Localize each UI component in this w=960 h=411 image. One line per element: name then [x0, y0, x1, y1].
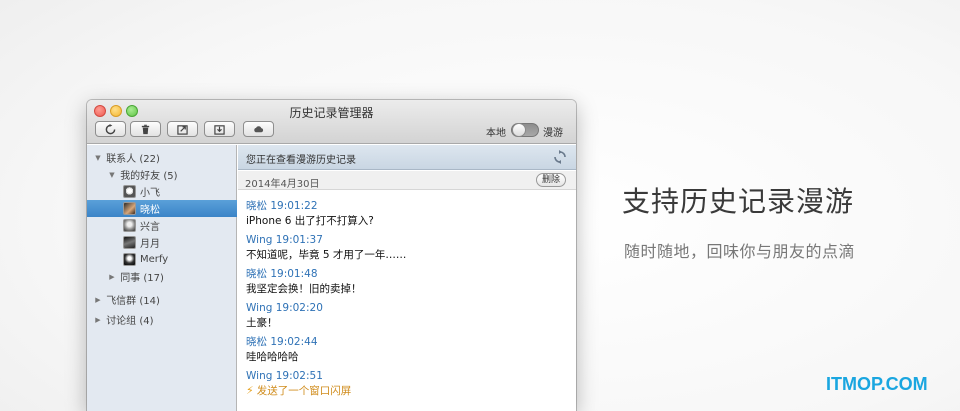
sidebar-item-label: 联系人 (22) [106, 154, 160, 165]
message-text: 我坚定会换！旧的卖掉！ [246, 283, 362, 295]
refresh-button[interactable] [95, 121, 126, 137]
contact-sidebar: ▼ 联系人 (22) ▼ 我的好友 (5) 小飞 晓松 兴言 月月 Merfy ▶ 同事 (1… [87, 145, 237, 411]
message-body: iPhone 6 出了打不打算入? [246, 213, 566, 229]
export-button[interactable] [167, 121, 198, 137]
history-pane: 您正在查看漫游历史记录 2014年4月30日 删除 晓松 19:01:22 iPh… [238, 145, 576, 411]
promo-subline: 随时随地，回味你与朋友的点滴 [624, 242, 856, 261]
triangle-right-icon[interactable]: ▶ [107, 273, 117, 281]
history-header: 您正在查看漫游历史记录 [238, 145, 576, 170]
message-item: Wing 19:02:20 土豪！ [246, 301, 566, 335]
sidebar-item-label: 同事 (17) [120, 273, 164, 284]
message-text: 哇哈哈哈哈 [246, 351, 299, 363]
message-body: 土豪！ [246, 315, 566, 331]
contact-item[interactable]: 月月 [87, 234, 237, 251]
trash-icon [141, 124, 150, 134]
cloud-icon [254, 125, 264, 132]
sidebar-item-label: Merfy [140, 254, 169, 265]
sidebar-item-label: 晓松 [140, 205, 160, 216]
mode-local-label: 本地 [486, 128, 506, 139]
message-sender[interactable]: Wing 19:01:37 [246, 233, 566, 247]
message-sender[interactable]: Wing 19:02:20 [246, 301, 566, 315]
delete-button[interactable]: 删除 [536, 173, 566, 187]
export-icon [177, 124, 188, 135]
message-body: 不知道呢，毕竟 5 才用了一年…… [246, 247, 566, 263]
refresh-icon [105, 123, 116, 134]
message-body: 哇哈哈哈哈 [246, 349, 566, 365]
message-item: 晓松 19:01:22 iPhone 6 出了打不打算入? [246, 199, 566, 233]
group-item[interactable]: ▶ 讨论组 (4) [87, 311, 237, 328]
message-item: Wing 19:01:37 不知道呢，毕竟 5 才用了一年…… [246, 233, 566, 267]
sidebar-item-label: 小飞 [140, 188, 160, 199]
group-item[interactable]: ▶ 飞信群 (14) [87, 291, 237, 308]
history-header-text: 您正在查看漫游历史记录 [246, 155, 356, 166]
contact-item[interactable]: 兴言 [87, 217, 237, 234]
triangle-right-icon[interactable]: ▶ [93, 316, 103, 324]
history-manager-window: 历史记录管理器 本地 漫游 ▼ 联系人 (22) ▼ 我的好友 (5) 小飞 晓松 兴言… [87, 100, 576, 411]
triangle-right-icon[interactable]: ▶ [93, 296, 103, 304]
message-text: iPhone 6 出了打不打算入? [246, 215, 374, 227]
avatar [123, 219, 136, 232]
window-title: 历史记录管理器 [289, 106, 374, 120]
group-item[interactable]: ▶ 同事 (17) [87, 268, 237, 285]
toggle-knob [512, 123, 526, 137]
date-label: 2014年4月30日 [245, 179, 320, 190]
message-body: ⚡ 发送了一个窗口闪屏 [246, 383, 566, 399]
message-text: 土豪！ [246, 317, 278, 329]
avatar [123, 202, 136, 215]
message-item: 晓松 19:02:44 哇哈哈哈哈 [246, 335, 566, 369]
import-icon [214, 124, 225, 135]
contact-item[interactable]: 晓松 [87, 200, 237, 217]
message-item: Wing 19:02:51 ⚡ 发送了一个窗口闪屏 [246, 369, 566, 403]
message-body: 我坚定会换！旧的卖掉！ [246, 281, 566, 297]
message-sender[interactable]: 晓松 19:01:22 [246, 199, 566, 213]
triangle-down-icon[interactable]: ▼ [93, 154, 103, 162]
delete-history-button[interactable] [130, 121, 161, 137]
message-text: 不知道呢，毕竟 5 才用了一年…… [246, 249, 407, 261]
site-watermark: ITMOP.COM [826, 374, 928, 394]
avatar [123, 253, 136, 266]
mode-roam-label: 漫游 [543, 128, 563, 139]
message-item: 晓松 19:01:48 我坚定会换！旧的卖掉！ [246, 267, 566, 301]
sidebar-item-label: 我的好友 (5) [120, 171, 178, 182]
message-sender[interactable]: 晓松 19:02:44 [246, 335, 566, 349]
cloud-sync-button[interactable] [243, 121, 274, 137]
contact-item[interactable]: Merfy [87, 251, 237, 268]
titlebar: 历史记录管理器 本地 漫游 [87, 100, 576, 144]
roaming-toggle[interactable] [511, 123, 539, 137]
date-bar: 2014年4月30日 删除 [238, 171, 576, 190]
triangle-down-icon[interactable]: ▼ [107, 171, 117, 179]
lightning-icon: ⚡ [246, 384, 254, 397]
sidebar-item-label: 兴言 [140, 222, 160, 233]
group-item[interactable]: ▼ 联系人 (22) [87, 149, 237, 166]
sidebar-item-label: 讨论组 (4) [106, 316, 154, 327]
avatar [123, 236, 136, 249]
message-text: 发送了一个窗口闪屏 [256, 385, 352, 397]
contact-item[interactable]: 小飞 [87, 183, 237, 200]
sync-icon[interactable] [553, 150, 567, 164]
message-list: 晓松 19:01:22 iPhone 6 出了打不打算入? Wing 19:01:3… [246, 199, 566, 403]
sidebar-item-label: 飞信群 (14) [106, 296, 160, 307]
promo-headline: 支持历史记录漫游 [622, 185, 855, 218]
import-button[interactable] [204, 121, 235, 137]
group-item[interactable]: ▼ 我的好友 (5) [87, 166, 237, 183]
message-sender[interactable]: 晓松 19:01:48 [246, 267, 566, 281]
avatar [123, 185, 136, 198]
sidebar-item-label: 月月 [140, 239, 160, 250]
message-sender[interactable]: Wing 19:02:51 [246, 369, 566, 383]
